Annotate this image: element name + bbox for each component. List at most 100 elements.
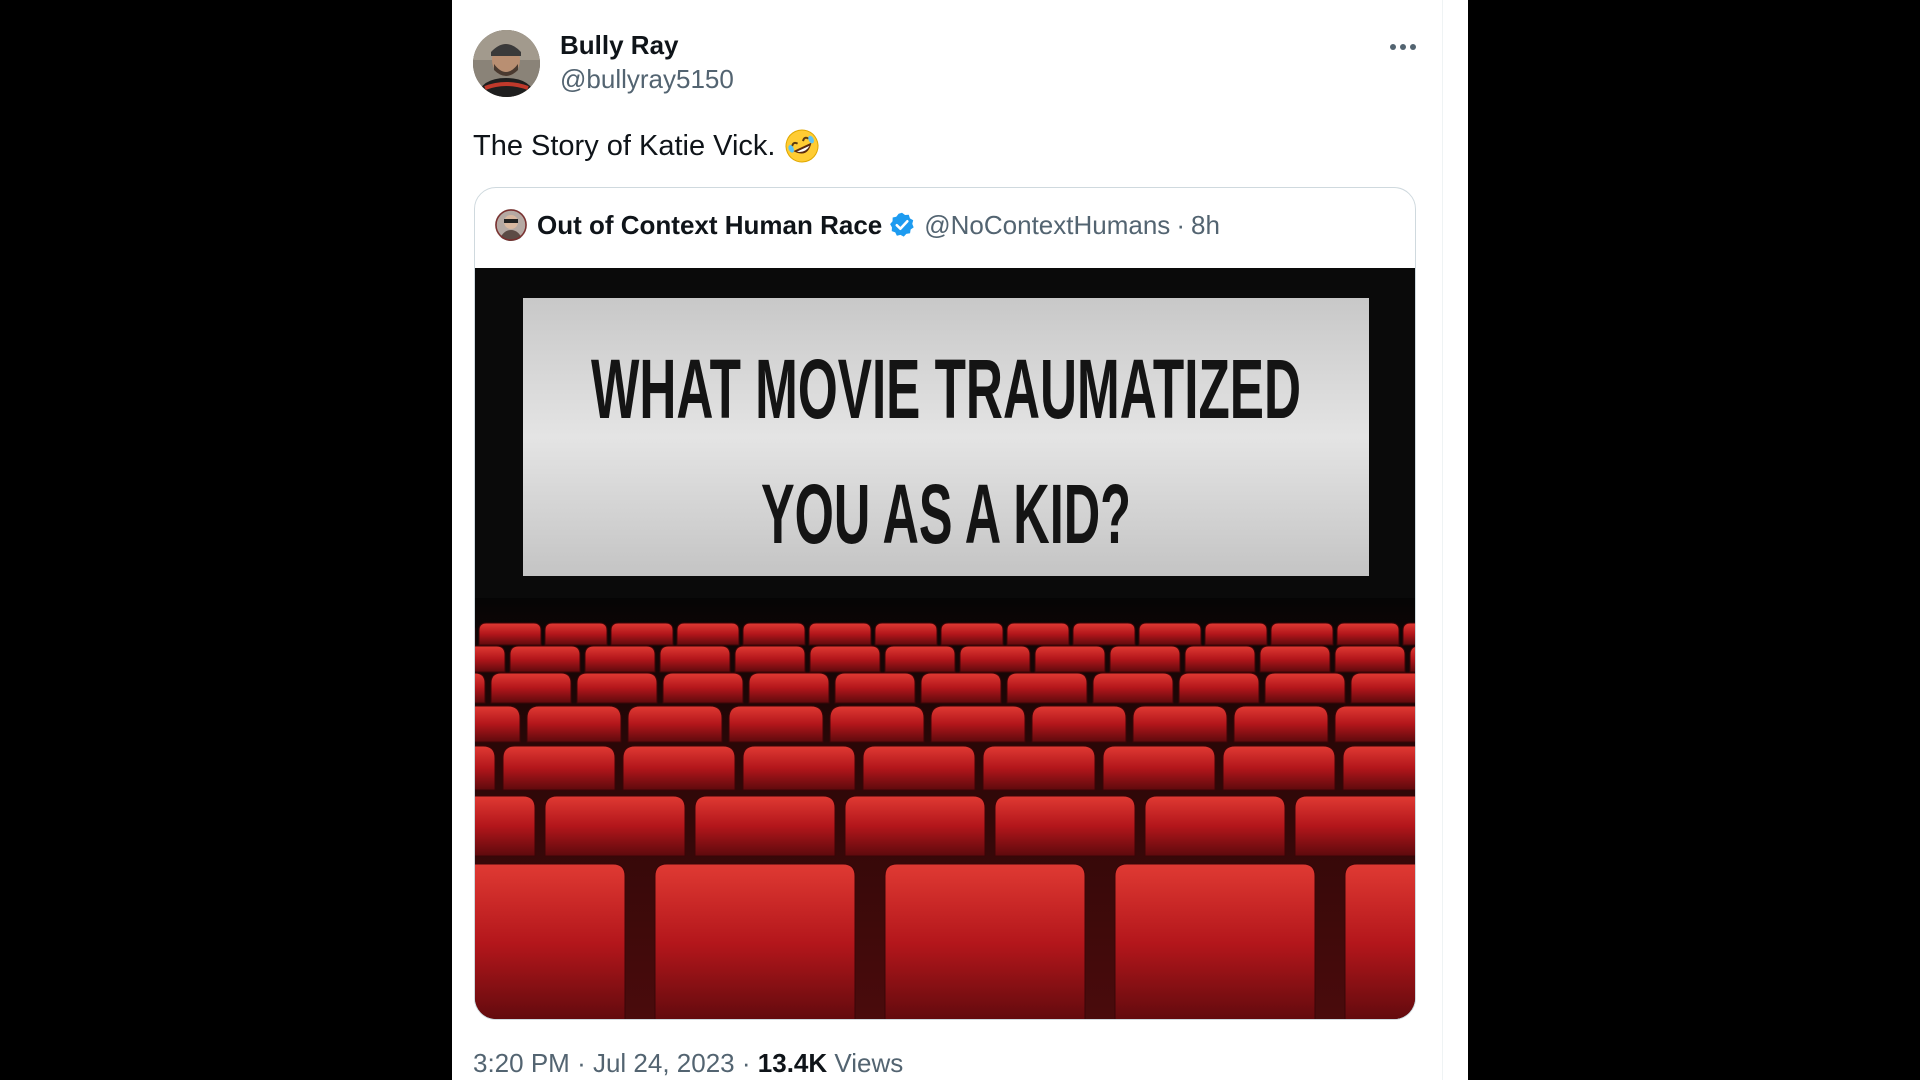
theater-seat [475,795,536,857]
theater-seat [1336,622,1400,646]
quoted-tweet-card[interactable]: Out of Context Human Race @NoContextHuma… [474,187,1416,1020]
theater-seat [694,795,836,857]
more-horizontal-icon [1390,44,1416,50]
verified-badge-icon [890,212,914,237]
theater-seats [475,622,1415,1019]
theater-seat [526,705,622,743]
theater-seat [478,622,542,646]
theater-seat [808,622,872,646]
theater-seat [1344,863,1415,1019]
theater-seat [844,795,986,857]
quoted-separator: · [1176,209,1185,240]
theater-seat [1109,645,1181,673]
theater-seat [622,745,736,791]
theater-seat [1092,672,1174,704]
theater-seat [475,863,626,1019]
theater-seat [1132,705,1228,743]
media-line-2: YOU AS A KID? [761,467,1131,561]
theater-seat [502,745,616,791]
theater-seat [1102,745,1216,791]
theater-seat [1409,645,1415,673]
theater-seat [959,645,1031,673]
rolling-on-floor-laughing-emoji-icon [785,129,818,163]
theater-seat [475,645,506,673]
theater-seat [742,745,856,791]
theater-seat [1184,645,1256,673]
quoted-author-avatar[interactable] [495,209,527,241]
more-options-button[interactable] [1385,26,1421,68]
theater-seat [834,672,916,704]
quoted-timestamp[interactable]: 8h [1191,210,1220,241]
meta-separator: · [741,1048,751,1078]
theater-seat [475,672,486,704]
theater-seat [1006,622,1070,646]
theater-seat [544,622,608,646]
quoted-author-name[interactable]: Out of Context Human Race [537,210,882,241]
theater-seat [610,622,674,646]
theater-seat [1222,745,1336,791]
views-label: Views [834,1048,904,1078]
theater-seat [1114,863,1316,1019]
theater-seat [576,672,658,704]
author-name[interactable]: Bully Ray [560,30,679,61]
theater-seat [544,795,686,857]
theater-seat [728,705,824,743]
theater-seat [1259,645,1331,673]
tweet-date[interactable]: Jul 24, 2023 [593,1048,735,1078]
quoted-tweet-header: Out of Context Human Race @NoContextHuma… [495,207,1220,243]
theater-seat [659,645,731,673]
theater-seat [862,745,976,791]
theater-seat [734,645,806,673]
views-count: 13.4K [757,1048,828,1078]
theater-seat [930,705,1026,743]
media-line-1: WHAT MOVIE TRAUMATIZED [591,342,1301,436]
theater-seat [1144,795,1286,857]
theater-seat [884,863,1086,1019]
tweet-time[interactable]: 3:20 PM [473,1048,570,1078]
theater-seat [1334,645,1406,673]
theater-seat [509,645,581,673]
theater-seat [994,795,1136,857]
theater-seat [874,622,938,646]
theater-seat [676,622,740,646]
theater-seat [884,645,956,673]
theater-seat [1350,672,1415,704]
theater-seat [1034,645,1106,673]
theater-seat [1270,622,1334,646]
meta-separator: · [577,1048,586,1078]
quoted-tweet-image[interactable]: WHAT MOVIE TRAUMATIZED YOU AS A KID? [475,268,1415,1019]
theater-seat [809,645,881,673]
theater-seat [1031,705,1127,743]
theater-seat [920,672,1002,704]
theater-seat [1233,705,1329,743]
theater-seat [940,622,1004,646]
theater-seat [829,705,925,743]
theater-seat [1294,795,1415,857]
theater-seat [490,672,572,704]
theater-seat [1334,705,1415,743]
theater-seat [1402,622,1415,646]
theater-seat [1072,622,1136,646]
theater-seat [627,705,723,743]
author-avatar[interactable] [473,30,540,97]
theater-seat [475,705,521,743]
theater-seat [748,672,830,704]
theater-seat [662,672,744,704]
theater-seat [1342,745,1415,791]
theater-seat [1178,672,1260,704]
tweet-text: The Story of Katie Vick. [473,128,820,164]
theater-seat [742,622,806,646]
author-handle[interactable]: @bullyray5150 [560,64,734,95]
theater-seat [1006,672,1088,704]
theater-seat [982,745,1096,791]
theater-seat [475,745,496,791]
column-divider [1442,0,1443,1080]
theater-seat [584,645,656,673]
tweet-text-content: The Story of Katie Vick. [473,129,776,162]
quoted-author-handle[interactable]: @NoContextHumans [924,210,1170,241]
theater-seat [1138,622,1202,646]
theater-seat [1264,672,1346,704]
tweet-metadata: 3:20 PM · Jul 24, 2023 · 13.4K Views [473,1048,903,1079]
theater-seat [1204,622,1268,646]
theater-seat [654,863,856,1019]
